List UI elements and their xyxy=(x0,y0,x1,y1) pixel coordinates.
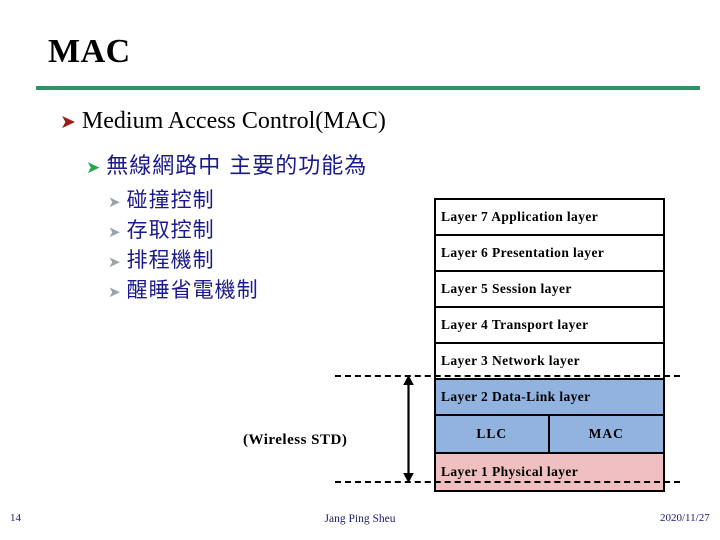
wireless-std-label: (Wireless STD) xyxy=(243,432,348,448)
arrowhead-bullet-icon: ➤ xyxy=(60,111,76,133)
osi-layer-stack: Layer 7 Application layer Layer 6 Presen… xyxy=(434,198,665,492)
osi-row-layer7: Layer 7 Application layer xyxy=(436,200,663,236)
bullet-level3: ➤ 排程機制 xyxy=(108,244,215,274)
bullet-level3-label: 碰撞控制 xyxy=(126,188,215,212)
bullet-level3-label: 存取控制 xyxy=(126,218,215,242)
arrowhead-bullet-icon: ➤ xyxy=(108,223,121,241)
double-headed-vertical-arrow-icon xyxy=(402,375,415,483)
bullet-level2-label: 無線網路中 主要的功能為 xyxy=(106,154,368,179)
bullet-level1: ➤ Medium Access Control(MAC) xyxy=(60,108,386,135)
osi-row-layer4: Layer 4 Transport layer xyxy=(436,308,663,344)
bullet-level3-label: 排程機制 xyxy=(126,248,215,272)
bullet-level3: ➤ 存取控制 xyxy=(108,214,215,244)
footer-author: Jang Ping Sheu xyxy=(324,513,396,525)
arrowhead-bullet-icon: ➤ xyxy=(108,283,121,301)
page-title: MAC xyxy=(48,33,131,70)
footer-date: 2020/11/27 xyxy=(660,512,710,524)
osi-sublayer-llc: LLC xyxy=(436,416,550,452)
osi-row-layer2: Layer 2 Data-Link layer xyxy=(436,380,663,416)
title-underline-rule xyxy=(36,86,700,90)
slide-canvas: MAC ➤ Medium Access Control(MAC) ➤ 無線網路中… xyxy=(0,0,720,540)
bullet-level3: ➤ 醒睡省電機制 xyxy=(108,274,259,304)
arrowhead-bullet-icon: ➤ xyxy=(108,193,121,211)
arrowhead-bullet-icon: ➤ xyxy=(108,253,121,271)
bullet-level1-label: Medium Access Control(MAC) xyxy=(81,108,386,134)
osi-row-layer1: Layer 1 Physical layer xyxy=(436,454,663,490)
osi-sublayer-row: LLC MAC xyxy=(436,416,663,454)
dashed-guide-bottom xyxy=(335,481,680,483)
osi-row-layer6: Layer 6 Presentation layer xyxy=(436,236,663,272)
arrowhead-bullet-icon: ➤ xyxy=(86,158,101,178)
dashed-guide-top xyxy=(335,375,680,377)
bullet-level2: ➤ 無線網路中 主要的功能為 xyxy=(86,148,367,180)
osi-sublayer-mac: MAC xyxy=(588,426,624,441)
bullet-level3: ➤ 碰撞控制 xyxy=(108,184,215,214)
bullet-level3-label: 醒睡省電機制 xyxy=(126,278,259,302)
osi-row-layer5: Layer 5 Session layer xyxy=(436,272,663,308)
